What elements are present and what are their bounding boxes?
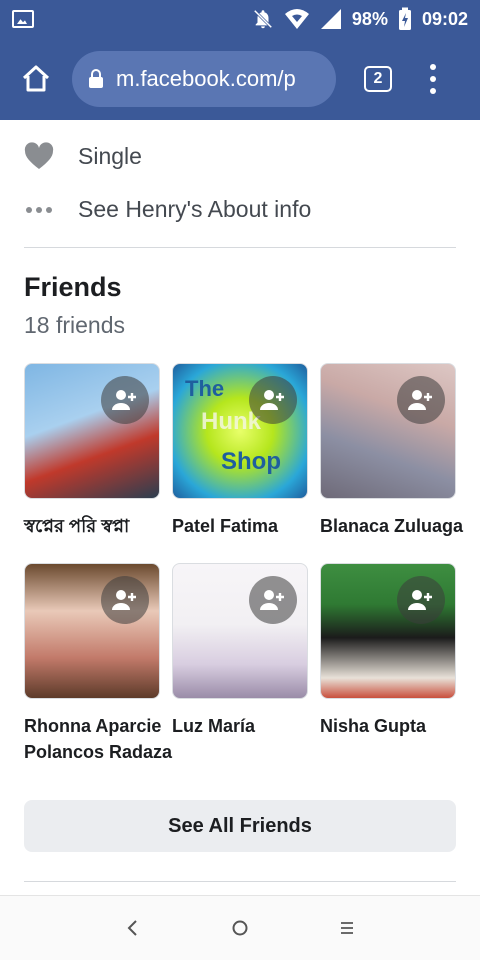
battery-charging-icon — [398, 7, 412, 31]
status-right: 98% 09:02 — [252, 7, 468, 31]
add-person-icon — [260, 390, 284, 410]
home-nav-button[interactable] — [220, 908, 260, 948]
see-about-link[interactable]: See Henry's About info — [78, 196, 311, 223]
add-friend-button[interactable] — [249, 576, 297, 624]
status-bar: 98% 09:02 — [0, 0, 480, 38]
see-all-friends-button[interactable]: See All Friends — [24, 800, 456, 852]
section-divider — [24, 881, 456, 882]
friends-count: 18 friends — [24, 312, 126, 338]
home-button[interactable] — [14, 57, 58, 101]
friend-card[interactable]: Luz María — [172, 563, 308, 739]
address-bar[interactable]: m.facebook.com/p — [72, 51, 336, 107]
friend-photo[interactable] — [172, 563, 308, 699]
system-nav-bar — [0, 895, 480, 960]
lock-icon — [88, 69, 104, 89]
section-divider — [24, 247, 456, 248]
recents-button[interactable] — [327, 908, 367, 948]
add-friend-button[interactable] — [101, 576, 149, 624]
friend-name[interactable]: Patel Fatima — [172, 513, 308, 539]
friend-card[interactable]: Nisha Gupta — [320, 563, 456, 739]
logo-text-the: The — [185, 376, 225, 401]
wifi-icon — [284, 8, 310, 30]
add-person-icon — [112, 390, 136, 410]
clock: 09:02 — [421, 8, 468, 29]
friend-photo[interactable] — [320, 363, 456, 499]
friend-name-line: Rhonna Aparcie — [24, 716, 162, 736]
url-text: m.facebook.com/p — [116, 66, 296, 91]
browser-toolbar: m.facebook.com/p 2 — [0, 38, 480, 120]
add-person-icon — [408, 390, 432, 410]
see-about-row[interactable]: See Henry's About info — [24, 196, 311, 223]
friend-name-line: Polancos Radaza — [24, 742, 173, 762]
battery-percent: 98% — [351, 8, 388, 29]
image-icon — [12, 10, 34, 28]
friend-photo[interactable] — [320, 563, 456, 699]
add-friend-button[interactable] — [397, 576, 445, 624]
tab-switcher-button[interactable]: 2 — [364, 66, 392, 92]
home-icon — [22, 65, 50, 92]
overflow-menu-button[interactable] — [428, 64, 438, 94]
recents-icon — [340, 922, 353, 934]
friend-photo[interactable]: The Hunk Shop — [172, 363, 308, 499]
add-friend-button[interactable] — [397, 376, 445, 424]
relationship-text: Single — [78, 142, 142, 169]
add-person-icon — [260, 590, 284, 610]
home-circle-icon — [232, 920, 248, 936]
friend-card[interactable]: স্বপ্নের পরি স্বপ্না — [24, 363, 160, 539]
friend-name[interactable]: Luz María — [172, 713, 308, 739]
add-person-icon — [112, 590, 136, 610]
logo-text-hunk: Hunk — [201, 408, 261, 435]
dot — [430, 88, 436, 94]
friend-card[interactable]: Rhonna Aparcie Polancos Radaza — [24, 563, 173, 765]
friend-name[interactable]: স্বপ্নের পরি স্বপ্না — [24, 513, 160, 539]
dot — [430, 76, 436, 82]
friend-card[interactable]: The Hunk Shop Patel Fatima — [172, 363, 308, 539]
friend-photo[interactable] — [24, 563, 160, 699]
friend-name[interactable]: Rhonna Aparcie Polancos Radaza — [24, 713, 173, 765]
bell-off-icon — [252, 8, 274, 30]
back-button[interactable] — [113, 908, 153, 948]
friend-card[interactable]: Blanaca Zuluaga — [320, 363, 463, 539]
relationship-row: Single — [24, 142, 142, 170]
heart-icon — [24, 142, 54, 170]
back-icon — [127, 920, 138, 936]
profile-content: Single See Henry's About info Friends 18… — [0, 120, 480, 895]
add-person-icon — [408, 590, 432, 610]
signal-icon — [320, 8, 342, 30]
more-dots-icon — [24, 206, 54, 214]
friends-heading: Friends — [24, 272, 122, 302]
friend-name[interactable]: Nisha Gupta — [320, 713, 456, 739]
add-friend-button[interactable] — [101, 376, 149, 424]
friend-name[interactable]: Blanaca Zuluaga — [320, 513, 463, 539]
dot — [430, 64, 436, 70]
logo-text-shop: Shop — [221, 448, 281, 475]
friend-photo[interactable] — [24, 363, 160, 499]
add-friend-button[interactable] — [249, 376, 297, 424]
